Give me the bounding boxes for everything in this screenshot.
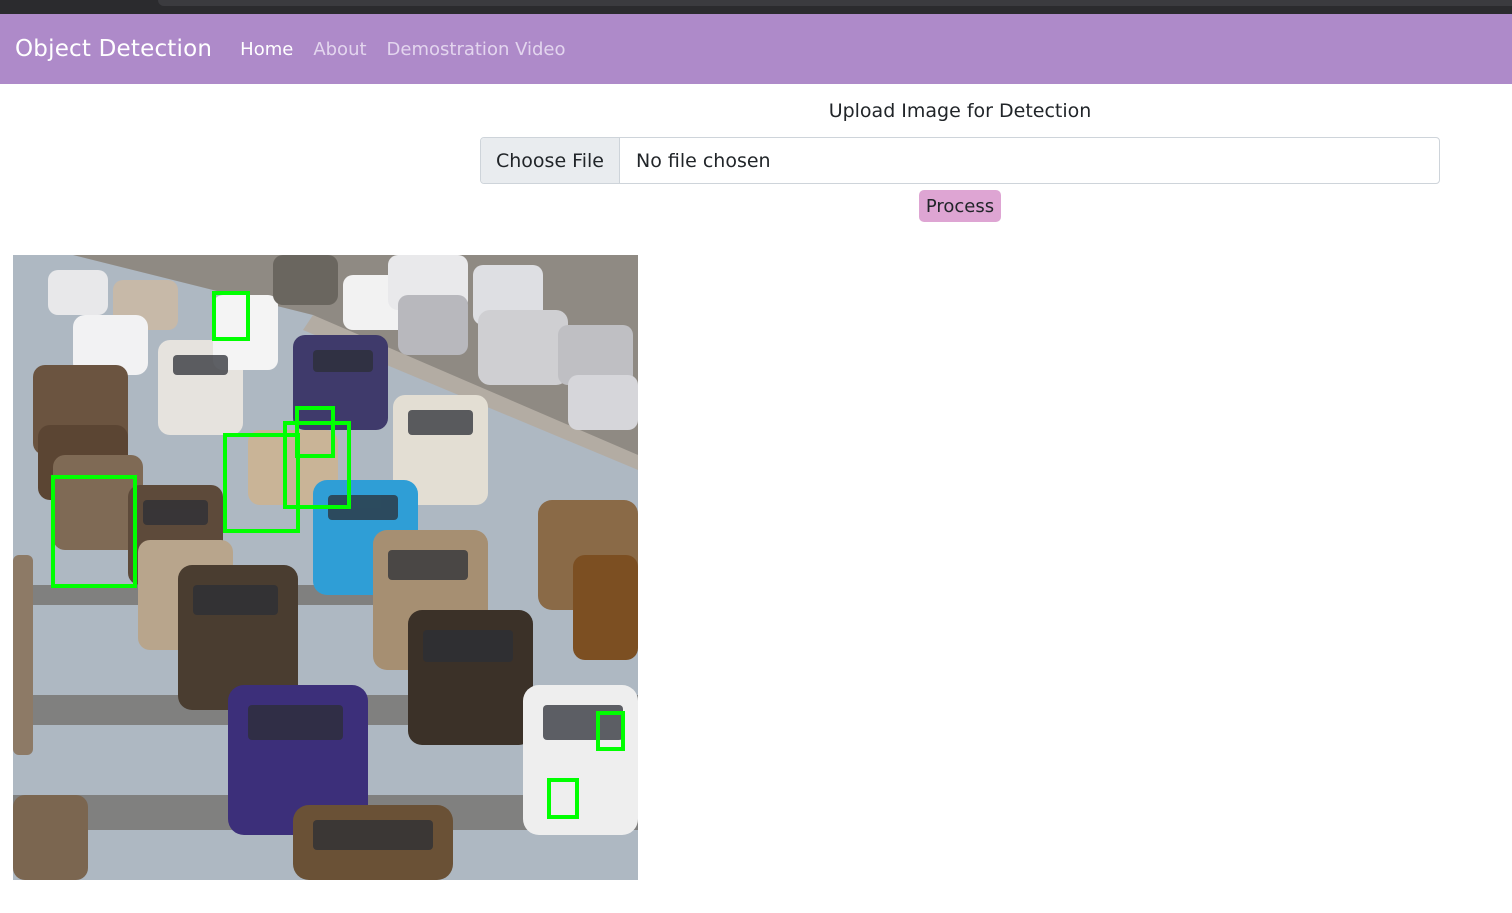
nav-link-demonstration-video[interactable]: Demostration Video — [387, 39, 566, 60]
choose-file-button[interactable]: Choose File — [481, 138, 620, 183]
process-button[interactable]: Process — [919, 190, 1001, 222]
upload-title: Upload Image for Detection — [828, 100, 1092, 122]
file-input[interactable]: Choose File No file chosen — [480, 137, 1440, 184]
detection-result-image — [13, 255, 638, 880]
navbar: Object Detection Home About Demostration… — [0, 14, 1512, 84]
browser-tab-edge — [158, 0, 1512, 6]
nav-link-home[interactable]: Home — [240, 39, 293, 60]
file-status-text: No file chosen — [635, 149, 771, 172]
traffic-photo — [13, 255, 638, 880]
nav-link-about[interactable]: About — [313, 39, 366, 60]
browser-chrome-strip — [0, 0, 1512, 14]
navbar-brand[interactable]: Object Detection — [15, 36, 212, 62]
